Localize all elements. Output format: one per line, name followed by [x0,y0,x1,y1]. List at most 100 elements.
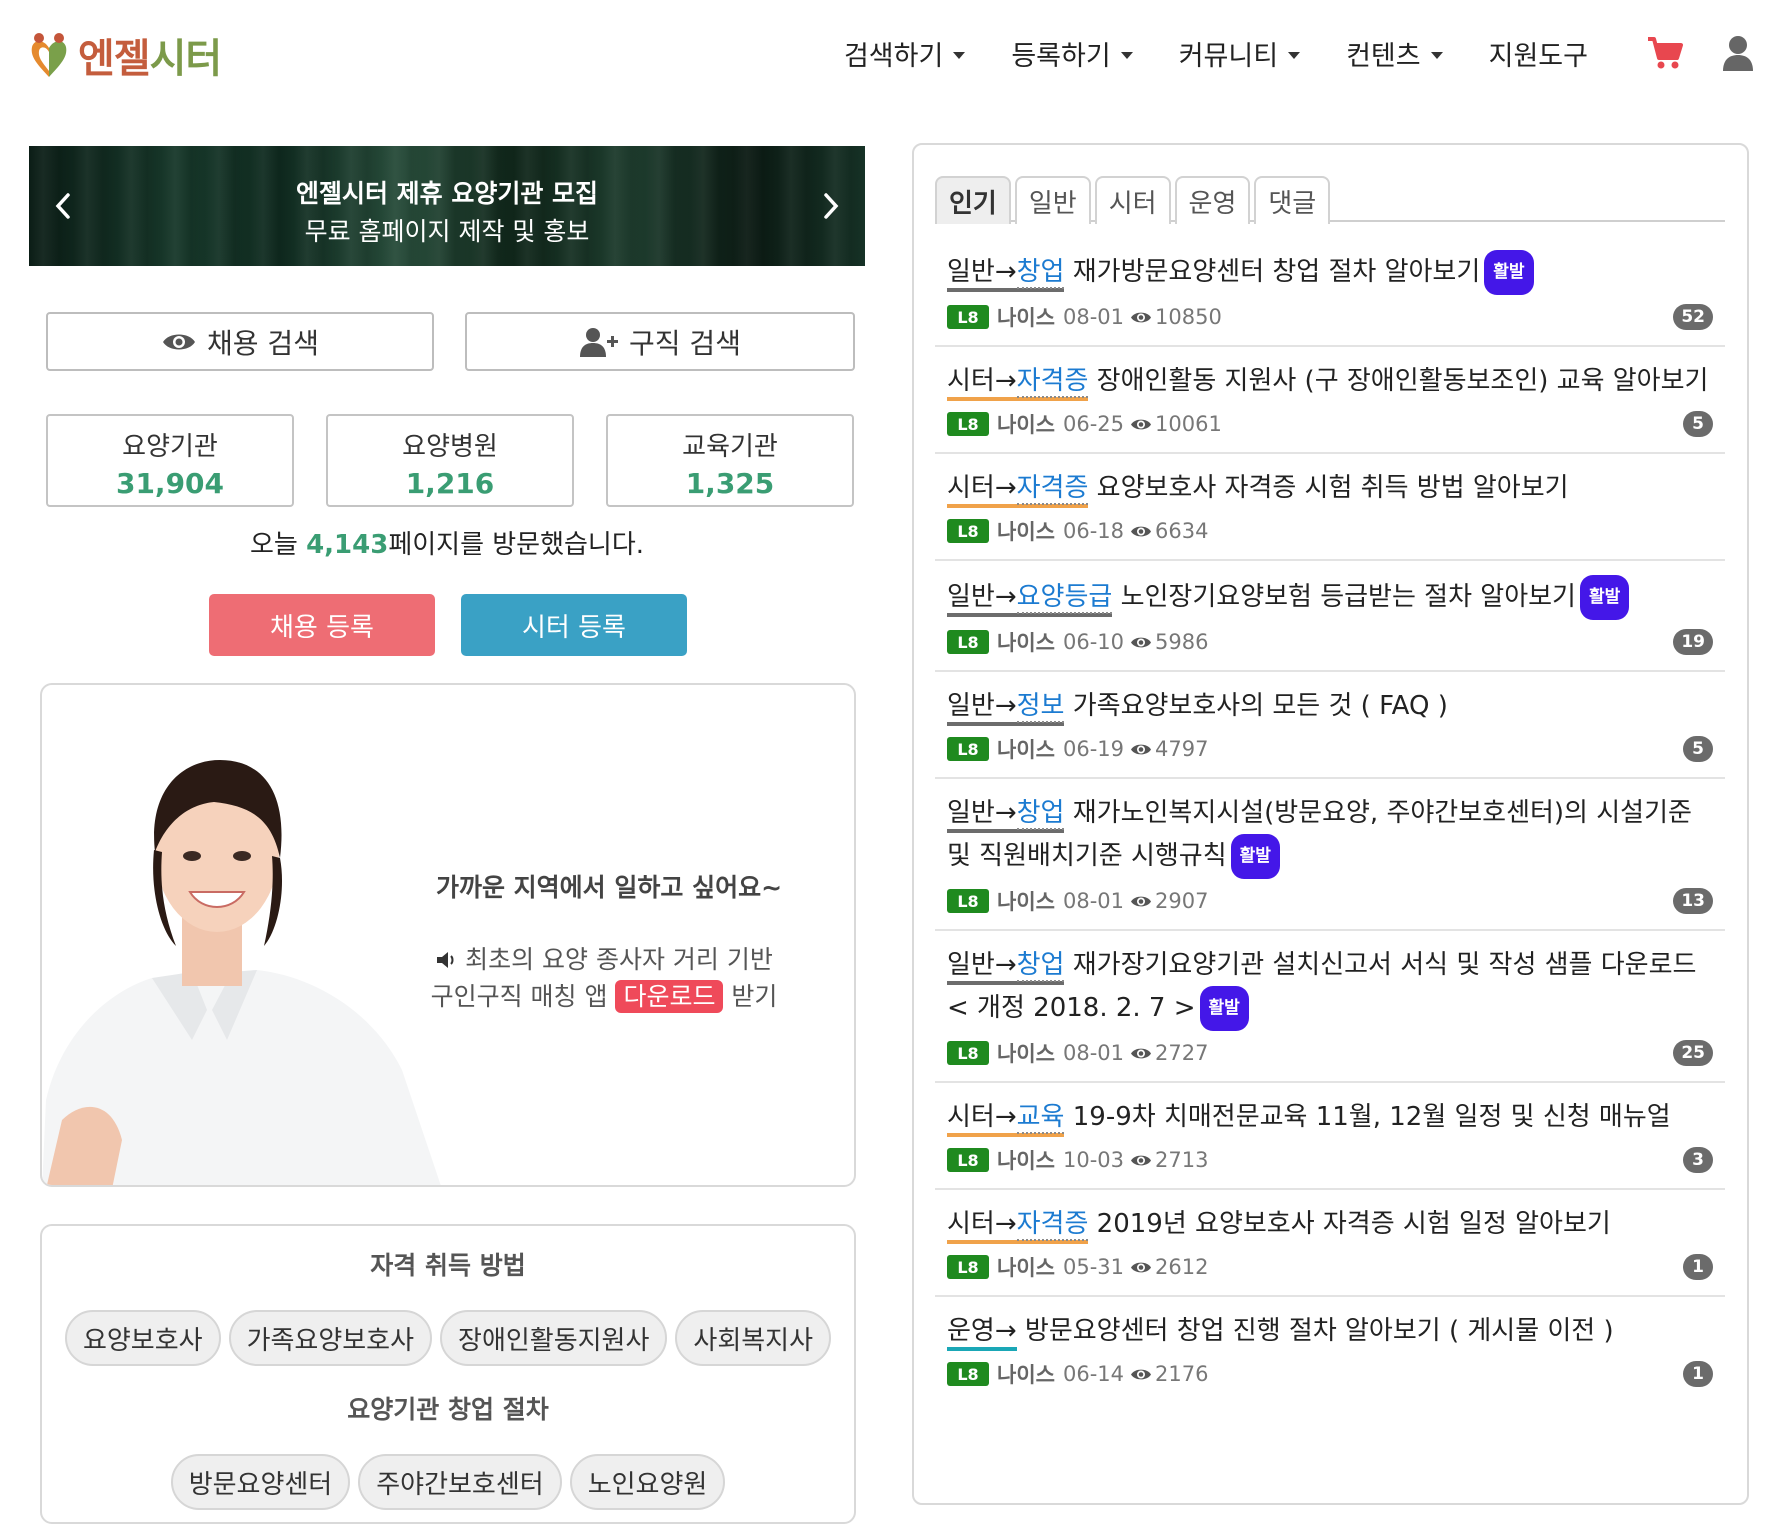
level-badge: L8 [947,737,989,761]
post-subcategory[interactable]: 요양등급 [1016,582,1113,614]
eye-icon [1131,744,1151,754]
startup-link-nursing-home[interactable]: 노인요양원 [569,1454,726,1510]
tab-sitter[interactable]: 시터 [1094,176,1171,224]
post-author[interactable]: 나이스 [997,627,1055,657]
license-link-social-worker[interactable]: 사회복지사 [675,1310,832,1366]
site-logo[interactable]: 엔젤시터 [28,30,222,82]
post-subcategory[interactable]: 창업 [1016,798,1065,830]
post-title[interactable]: 운영→ 방문요양센터 창업 진행 절차 알아보기 ( 게시물 이전 ) [947,1311,1713,1352]
post-category[interactable]: 시터→교육 [947,1101,1065,1137]
comment-count-badge: 1 [1683,1361,1713,1387]
level-badge: L8 [947,889,989,913]
user-button[interactable] [1722,35,1754,71]
post-author[interactable]: 나이스 [997,1145,1055,1175]
post-category[interactable]: 일반→요양등급 [947,581,1113,617]
post-title[interactable]: 일반→창업 재가방문요양센터 창업 절차 알아보기 활발 [947,250,1713,295]
nav-community[interactable]: 커뮤니티 [1179,34,1301,73]
license-link-family-caregiver[interactable]: 가족요양보호사 [228,1310,433,1366]
post-title[interactable]: 시터→자격증 장애인활동 지원사 (구 장애인활동보조인) 교육 알아보기 [947,361,1713,402]
post-meta: L8 나이스 06-18 6634 [947,515,1713,547]
post-subcategory[interactable]: 창업 [1016,257,1065,289]
post-title-text: 재가방문요양센터 창업 절차 알아보기 [1072,257,1481,287]
post-category[interactable]: 시터→자격증 [947,365,1089,401]
post-subcategory[interactable]: 자격증 [1016,473,1089,505]
tab-general[interactable]: 일반 [1014,176,1091,224]
stat-education-institutions[interactable]: 교육기관 1,325 [606,414,854,507]
post-views: 10850 [1130,305,1222,329]
post-item[interactable]: 시터→자격증 장애인활동 지원사 (구 장애인활동보조인) 교육 알아보기 L8 나… [935,347,1725,454]
license-link-caregiver[interactable]: 요양보호사 [64,1310,221,1366]
eye-icon [1131,419,1151,429]
post-author[interactable]: 나이스 [997,516,1055,546]
post-category[interactable]: 일반→창업 [947,797,1065,833]
post-category[interactable]: 일반→창업 [947,949,1065,985]
post-item[interactable]: 시터→교육 19-9차 치매전문교육 11월, 12월 일정 및 신청 매뉴얼 L… [935,1083,1725,1190]
nav-contents[interactable]: 컨텐츠 [1346,34,1443,73]
cart-button[interactable] [1646,36,1684,70]
post-item[interactable]: 일반→창업 재가방문요양센터 창업 절차 알아보기 활발 L8 나이스 08-01 108… [935,236,1725,347]
post-author[interactable]: 나이스 [997,302,1055,332]
post-subcategory[interactable]: 정보 [1016,691,1065,723]
nav-search[interactable]: 검색하기 [844,34,966,73]
promo-banner[interactable]: 엔젤시터 제휴 요양기관 모집 무료 홈페이지 제작 및 홍보 [29,146,865,266]
eye-icon [1131,637,1151,647]
post-item[interactable]: 일반→요양등급 노인장기요양보험 등급받는 절차 알아보기 활발 L8 나이스 06-1… [935,561,1725,672]
startup-link-day-night-care[interactable]: 주야간보호센터 [358,1454,562,1510]
banner-next-button[interactable] [811,184,851,228]
post-meta: L8 나이스 06-14 2176 1 [947,1358,1713,1390]
post-item[interactable]: 시터→자격증 요양보호사 자격증 시험 취득 방법 알아보기 L8 나이스 06-18… [935,454,1725,561]
post-title[interactable]: 일반→요양등급 노인장기요양보험 등급받는 절차 알아보기 활발 [947,575,1713,620]
post-category[interactable]: 일반→정보 [947,690,1065,726]
post-item[interactable]: 일반→창업 재가장기요양기관 설치신고서 서식 및 작성 샘플 다운로드 < 개… [935,931,1725,1083]
post-title[interactable]: 일반→정보 가족요양보호사의 모든 것 ( FAQ ) [947,686,1713,727]
eye-icon [1131,896,1151,906]
stat-care-facilities[interactable]: 요양기관 31,904 [46,414,294,507]
post-author[interactable]: 나이스 [997,409,1055,439]
post-title[interactable]: 시터→교육 19-9차 치매전문교육 11월, 12월 일정 및 신청 매뉴얼 [947,1097,1713,1138]
post-subcategory[interactable]: 자격증 [1016,1209,1089,1241]
post-subcategory[interactable]: 창업 [1016,950,1065,982]
job-search-button[interactable]: 채용 검색 [46,312,434,371]
stat-care-hospitals[interactable]: 요양병원 1,216 [326,414,574,507]
post-item[interactable]: 운영→ 방문요양센터 창업 진행 절차 알아보기 ( 게시물 이전 ) L8 나이스… [935,1297,1725,1402]
post-item[interactable]: 시터→자격증 2019년 요양보호사 자격증 시험 일정 알아보기 L8 나이스 05… [935,1190,1725,1297]
post-subcategory[interactable]: 교육 [1016,1102,1065,1134]
post-author[interactable]: 나이스 [997,1359,1055,1389]
nav-support-tools[interactable]: 지원도구 [1489,34,1588,73]
tab-comments[interactable]: 댓글 [1254,176,1331,224]
post-title[interactable]: 시터→자격증 요양보호사 자격증 시험 취득 방법 알아보기 [947,468,1713,509]
post-subcategory[interactable]: 자격증 [1016,366,1089,398]
post-meta: L8 나이스 06-19 4797 5 [947,733,1713,765]
post-author[interactable]: 나이스 [997,734,1055,764]
post-list: 일반→창업 재가방문요양센터 창업 절차 알아보기 활발 L8 나이스 08-01 108… [935,236,1725,1402]
hot-badge: 활발 [1199,986,1249,1031]
post-category[interactable]: 시터→자격증 [947,472,1089,508]
post-title-text: 방문요양센터 창업 진행 절차 알아보기 ( 게시물 이전 ) [1024,1316,1614,1346]
chevron-down-icon [1430,51,1443,59]
post-category[interactable]: 일반→창업 [947,256,1065,292]
seeker-search-button[interactable]: 구직 검색 [465,312,855,371]
sitter-register-button[interactable]: 시터 등록 [461,594,687,656]
nav-register[interactable]: 등록하기 [1011,34,1133,73]
tab-popular[interactable]: 인기 [935,176,1011,224]
download-app-button[interactable]: 다운로드 [615,980,724,1013]
post-category[interactable]: 시터→자격증 [947,1208,1089,1244]
post-title[interactable]: 일반→창업 재가장기요양기관 설치신고서 서식 및 작성 샘플 다운로드 < 개… [947,945,1713,1031]
post-author[interactable]: 나이스 [997,886,1055,916]
logo-text: 엔젤시터 [78,36,222,82]
license-link-disability-support[interactable]: 장애인활동지원사 [440,1310,668,1366]
post-title[interactable]: 시터→자격증 2019년 요양보호사 자격증 시험 일정 알아보기 [947,1204,1713,1245]
post-author[interactable]: 나이스 [997,1038,1055,1068]
comment-count-badge: 52 [1673,304,1713,330]
level-badge: L8 [947,630,989,654]
app-promo-card[interactable]: 가까운 지역에서 일하고 싶어요~ 최초의 요양 종사자 거리 기반 구인구직 … [40,683,856,1187]
job-register-button[interactable]: 채용 등록 [209,594,435,656]
post-category[interactable]: 운영→ [947,1315,1017,1351]
post-title[interactable]: 일반→창업 재가노인복지시설(방문요양, 주야간보호센터)의 시설기준 및 직원… [947,793,1713,879]
post-item[interactable]: 일반→창업 재가노인복지시설(방문요양, 주야간보호센터)의 시설기준 및 직원… [935,779,1725,931]
post-item[interactable]: 일반→정보 가족요양보호사의 모든 것 ( FAQ ) L8 나이스 06-19 479… [935,672,1725,779]
post-views: 6634 [1130,519,1208,543]
post-author[interactable]: 나이스 [997,1252,1055,1282]
startup-link-home-visit[interactable]: 방문요양센터 [170,1454,351,1510]
tab-operation[interactable]: 운영 [1174,176,1251,224]
